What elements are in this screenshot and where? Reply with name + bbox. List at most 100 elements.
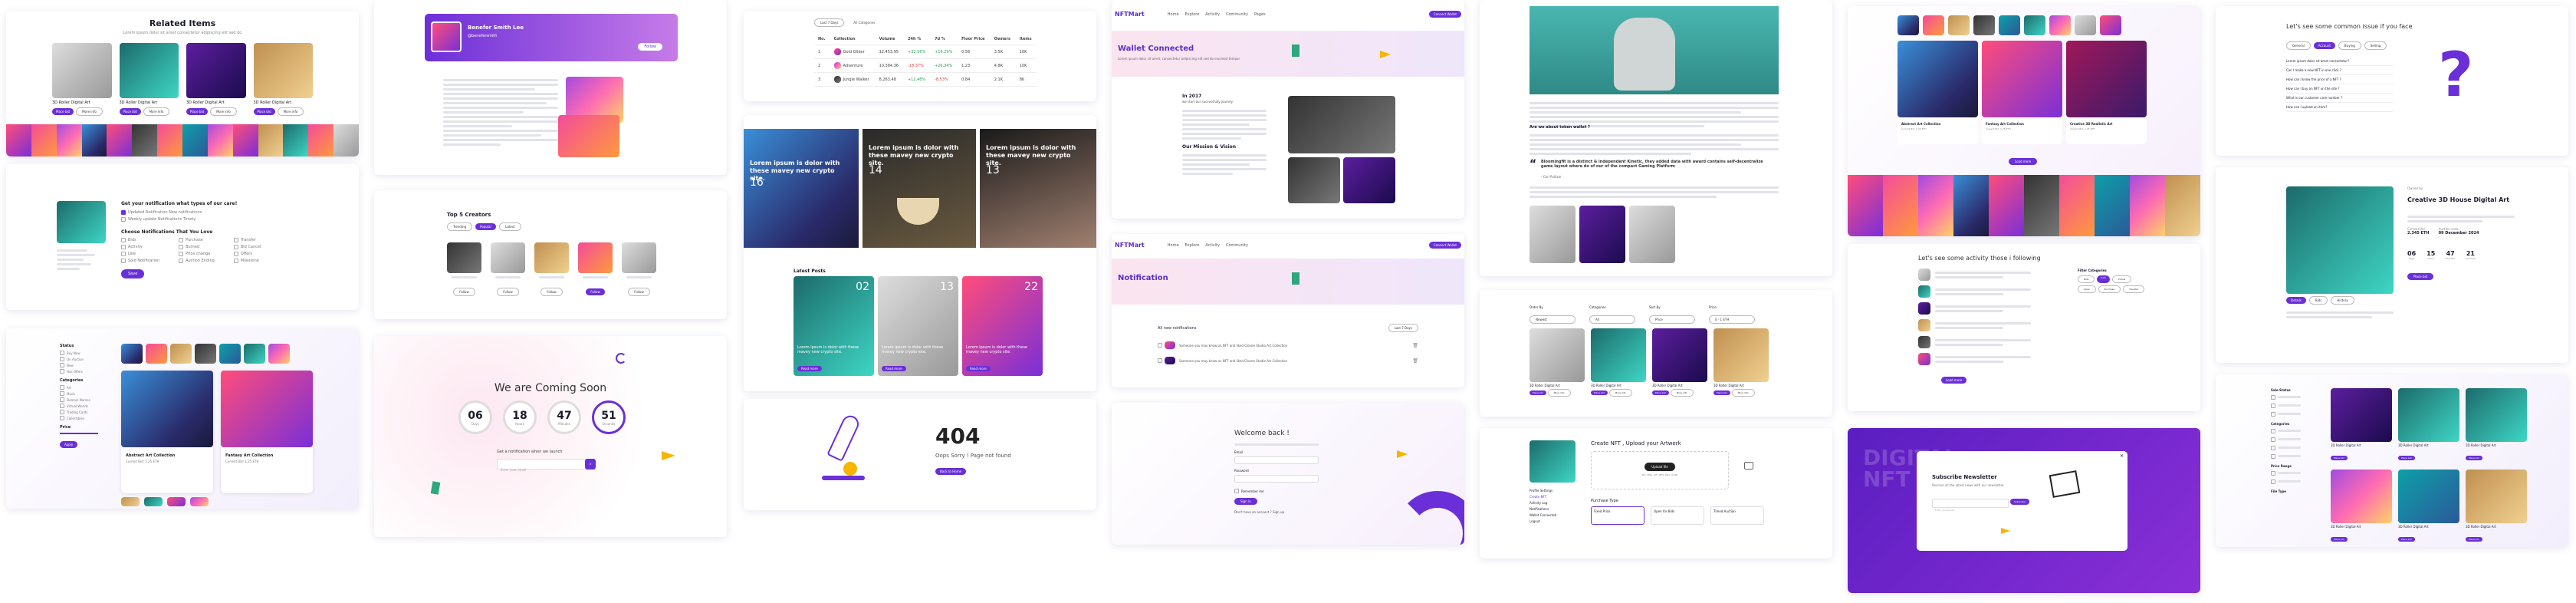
filter-chip[interactable]: Sold bbox=[2097, 275, 2110, 283]
checkbox[interactable] bbox=[121, 259, 126, 263]
upload-button[interactable]: Upload file bbox=[1644, 463, 1675, 471]
place-bid-button[interactable]: Place bid bbox=[1591, 390, 1608, 395]
tab-latest[interactable]: Latest bbox=[499, 222, 521, 231]
follow-button[interactable]: Follow bbox=[540, 288, 563, 296]
notification-item[interactable]: Someone you may know on NFT and liked Cl… bbox=[1158, 357, 1418, 364]
faq-tab[interactable]: General bbox=[2286, 41, 2311, 50]
email-input[interactable]: Enter your email bbox=[497, 459, 589, 472]
sign-in-button[interactable]: Sign in bbox=[1234, 498, 1257, 505]
password-input[interactable] bbox=[1234, 475, 1319, 483]
nav-item[interactable]: Explore bbox=[1185, 12, 1200, 17]
brand-logo[interactable]: NFTMart bbox=[1115, 11, 1145, 18]
activity-item[interactable] bbox=[1918, 302, 2072, 315]
load-more-button[interactable]: Load more bbox=[2009, 158, 2038, 165]
related-card[interactable]: 3D Roller Digital Art Place bid More info bbox=[119, 43, 179, 116]
email-input[interactable] bbox=[1234, 456, 1319, 464]
nav-item[interactable]: Activity bbox=[1205, 243, 1220, 248]
apply-button[interactable]: Apply bbox=[60, 441, 78, 448]
read-more-button[interactable]: Read more bbox=[882, 366, 906, 371]
follow-button[interactable]: Follow bbox=[586, 288, 605, 295]
checkbox[interactable] bbox=[121, 210, 126, 215]
menu-item[interactable]: Notifications bbox=[1530, 507, 1576, 511]
newsletter-email-input[interactable]: Enter your email bbox=[1932, 499, 2009, 512]
blog-post[interactable]: Lorem ipsum is dolor with these mavey ne… bbox=[980, 129, 1096, 248]
checkbox[interactable] bbox=[60, 363, 64, 367]
place-bid-button[interactable]: Place bid bbox=[2466, 456, 2482, 460]
filter-chip[interactable]: Bids bbox=[2078, 275, 2095, 283]
detail-tab[interactable]: Bids bbox=[2308, 296, 2328, 305]
price-slider[interactable] bbox=[60, 433, 98, 434]
creator-card[interactable]: Follow bbox=[491, 242, 525, 296]
faq-question[interactable]: What is our customer care number ? bbox=[2286, 94, 2394, 103]
upload-area[interactable]: Upload file JPG, PNG, GIF, MP4. Max 10 M… bbox=[1591, 451, 1729, 489]
nav-item[interactable]: Home bbox=[1168, 243, 1179, 248]
timed-auction-option[interactable]: Timed Auction bbox=[1710, 506, 1764, 525]
sort-select[interactable]: Price bbox=[1649, 315, 1695, 324]
notification-item[interactable]: Someone you may know on NFT and liked Cl… bbox=[1158, 341, 1418, 349]
place-bid-button[interactable]: Place bid bbox=[253, 108, 275, 115]
nav-item[interactable]: Pages bbox=[1254, 12, 1266, 17]
delete-icon[interactable]: 🗑 bbox=[1412, 358, 1418, 364]
menu-item[interactable]: Profile Settings bbox=[1530, 489, 1576, 493]
detail-tab[interactable]: Details bbox=[2286, 297, 2306, 304]
checkbox[interactable] bbox=[60, 369, 64, 374]
nav-item[interactable]: Home bbox=[1168, 12, 1179, 17]
close-icon[interactable]: ✕ bbox=[2120, 453, 2124, 459]
more-info-button[interactable]: More info bbox=[143, 107, 170, 116]
small-post[interactable]: 22 Lorem ipsum is dolor with these mavey… bbox=[962, 276, 1043, 376]
checkbox[interactable] bbox=[2271, 403, 2275, 408]
checkbox[interactable] bbox=[2271, 428, 2275, 433]
place-bid-button[interactable]: Place bid bbox=[2398, 537, 2415, 542]
open-bids-option[interactable]: Open for Bids bbox=[1651, 506, 1704, 525]
checkbox[interactable] bbox=[2271, 479, 2275, 484]
more-info-button[interactable]: More info bbox=[1547, 389, 1571, 397]
more-info-button[interactable]: More info bbox=[76, 107, 103, 116]
small-post[interactable]: 13 Lorem ipsum is dolor with these mavey… bbox=[878, 276, 958, 376]
activity-item[interactable] bbox=[1918, 269, 2072, 281]
activity-item[interactable] bbox=[1918, 319, 2072, 331]
detail-tab[interactable]: History bbox=[2331, 296, 2354, 305]
filter-chip[interactable]: Transfer bbox=[2123, 285, 2145, 293]
checkbox[interactable] bbox=[60, 397, 64, 402]
filter-chip[interactable]: Follow bbox=[2111, 275, 2132, 283]
order-select[interactable]: Newest bbox=[1530, 315, 1576, 324]
place-bid-button[interactable]: Place bid bbox=[52, 108, 74, 115]
brand-logo[interactable]: NFTMart bbox=[1115, 242, 1145, 249]
related-card[interactable]: 3D Roller Digital Art Place bid More info bbox=[52, 43, 112, 116]
collection-card[interactable]: Fantasy Art Collection Current Bid: 1.25… bbox=[221, 371, 313, 493]
nav-item[interactable]: Explore bbox=[1185, 243, 1200, 248]
checkbox[interactable] bbox=[2271, 445, 2275, 450]
more-info-button[interactable]: More info bbox=[277, 107, 304, 116]
all-categories[interactable]: All Categories bbox=[853, 21, 875, 25]
read-more-button[interactable]: Read more bbox=[797, 366, 822, 371]
nft-card[interactable]: 3D Roller Digital Art Place bid bbox=[2398, 470, 2459, 543]
checkbox[interactable] bbox=[179, 238, 184, 242]
faq-question[interactable]: How can I know the price of a NFT ? bbox=[2286, 75, 2394, 84]
follow-button[interactable]: Follow bbox=[628, 288, 650, 296]
collection-card[interactable]: Fantasy Art Collection Current Bid: 1.25… bbox=[1982, 41, 2062, 144]
checkbox[interactable] bbox=[179, 245, 184, 249]
faq-question[interactable]: Lorem ipsum dolor sit amet consectetur? bbox=[2286, 57, 2394, 66]
nav-item[interactable]: Community bbox=[1226, 12, 1248, 17]
checkbox[interactable] bbox=[121, 217, 126, 222]
collection-card[interactable]: Abstract Art Collection Current Bid: 1.2… bbox=[121, 371, 213, 493]
remember-checkbox[interactable] bbox=[1234, 489, 1239, 493]
checkbox[interactable] bbox=[60, 385, 64, 390]
place-bid-button[interactable]: Place bid bbox=[2466, 537, 2482, 542]
checkbox[interactable] bbox=[233, 259, 238, 263]
more-info-button[interactable]: More info bbox=[210, 107, 237, 116]
fixed-price-option[interactable]: Fixed Price bbox=[1591, 506, 1644, 525]
filter-select[interactable]: Last 7 Days bbox=[1388, 324, 1418, 332]
related-card[interactable]: 3D Roller Digital Art Place bid More info bbox=[186, 43, 246, 116]
creator-card[interactable]: Follow bbox=[447, 242, 481, 296]
activity-item[interactable] bbox=[1918, 353, 2072, 365]
follow-button[interactable]: Follow bbox=[638, 43, 662, 51]
checkbox[interactable] bbox=[60, 357, 64, 361]
nft-card[interactable]: 3D Roller Digital Art Place bid More info bbox=[1530, 328, 1585, 397]
menu-item[interactable]: Wallet Connected bbox=[1530, 513, 1576, 517]
collection-card[interactable]: Creative 3D Realistic Art Current Bid: 1… bbox=[2066, 41, 2147, 144]
checkbox[interactable] bbox=[60, 391, 64, 396]
checkbox[interactable] bbox=[2271, 437, 2275, 442]
activity-item[interactable] bbox=[1918, 285, 2072, 298]
checkbox[interactable] bbox=[233, 245, 238, 249]
